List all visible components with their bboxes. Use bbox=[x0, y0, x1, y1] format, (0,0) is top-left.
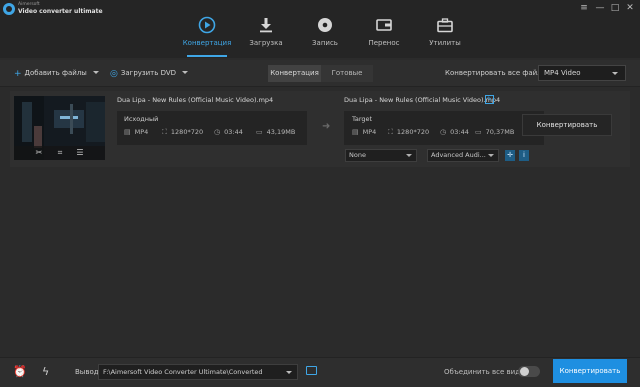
audio-track-select[interactable]: Advanced Audi... bbox=[427, 149, 499, 162]
target-file-name: Dua Lipa - New Rules (Official Music Vid… bbox=[344, 96, 501, 104]
folder-icon: ▭ bbox=[475, 128, 482, 136]
target-caption: Target bbox=[352, 115, 373, 123]
app-logo-icon bbox=[3, 3, 15, 15]
active-tab-indicator bbox=[187, 55, 227, 57]
close-icon[interactable]: ✕ bbox=[624, 2, 636, 14]
edit-icon[interactable]: ✎ bbox=[485, 95, 494, 104]
arrow-right-icon: ➜ bbox=[322, 121, 331, 132]
convert-button[interactable]: Конвертировать bbox=[522, 114, 612, 136]
trim-icon[interactable]: ✂ bbox=[33, 148, 45, 158]
crop-icon[interactable]: ⌗ bbox=[54, 148, 66, 158]
info-icon[interactable]: i bbox=[519, 150, 529, 161]
clock-icon: ◷ bbox=[214, 128, 221, 136]
output-format-select[interactable]: MP4 Video bbox=[538, 65, 626, 81]
output-path-select[interactable]: F:\Aimersoft Video Converter Ultimate\Co… bbox=[98, 364, 298, 380]
tab-converting[interactable]: Конвертация bbox=[268, 65, 321, 82]
merge-all-toggle-knob bbox=[520, 367, 529, 376]
plus-icon: + bbox=[14, 69, 22, 79]
chevron-down-icon bbox=[406, 154, 412, 157]
target-format: ▤ MP4 bbox=[352, 128, 377, 136]
film-icon: ▤ bbox=[352, 128, 359, 136]
chevron-down-icon bbox=[612, 72, 618, 75]
toolbox-icon bbox=[437, 18, 453, 33]
target-resolution: ⛶ 1280*720 bbox=[388, 128, 430, 136]
add-files-button[interactable]: + Добавить файлы bbox=[14, 69, 99, 79]
film-icon: ▤ bbox=[124, 128, 131, 136]
minimize-icon[interactable]: — bbox=[594, 2, 606, 14]
chevron-down-icon bbox=[286, 371, 292, 374]
download-icon bbox=[260, 18, 272, 33]
audio-track-select-value: Advanced Audi... bbox=[431, 151, 486, 159]
source-file-name: Dua Lipa - New Rules (Official Music Vid… bbox=[117, 96, 274, 104]
clock-icon: ◷ bbox=[440, 128, 447, 136]
merge-subtitle-icon[interactable]: ✛ bbox=[505, 150, 515, 161]
effects-icon[interactable]: ☰ bbox=[74, 148, 86, 158]
load-dvd-label: Загрузить DVD bbox=[120, 69, 177, 77]
open-folder-icon[interactable] bbox=[306, 366, 317, 375]
chevron-down-icon bbox=[182, 71, 189, 74]
tab-toolbox-label: Утилиты bbox=[429, 39, 461, 47]
tab-transfer[interactable]: Перенос bbox=[349, 14, 419, 58]
menu-icon[interactable]: ≡ bbox=[578, 2, 590, 14]
resolution-icon: ⛶ bbox=[162, 128, 167, 136]
resolution-icon: ⛶ bbox=[388, 128, 393, 136]
lightning-icon[interactable]: ϟ bbox=[42, 365, 49, 378]
chevron-down-icon bbox=[488, 154, 494, 157]
brand-product: Video converter ultimate bbox=[18, 8, 103, 15]
source-format: ▤ MP4 bbox=[124, 128, 149, 136]
transfer-icon bbox=[376, 19, 392, 31]
view-switcher: Конвертация Готовые bbox=[268, 65, 373, 82]
subtitle-select-value: None bbox=[349, 151, 366, 159]
dvd-icon: ◎ bbox=[110, 69, 118, 79]
play-circle-icon bbox=[198, 16, 216, 34]
source-duration: ◷ 03:44 bbox=[214, 128, 243, 136]
merge-all-label: Объединить все видео bbox=[444, 368, 529, 376]
disc-icon bbox=[318, 18, 332, 32]
convert-all-button[interactable]: Конвертировать все bbox=[553, 359, 627, 383]
tab-finished[interactable]: Готовые bbox=[321, 65, 373, 82]
subtitle-select[interactable]: None bbox=[345, 149, 417, 162]
add-files-label: Добавить файлы bbox=[24, 69, 87, 77]
target-size: ▭ 70,37MB bbox=[475, 128, 515, 136]
output-path-value: F:\Aimersoft Video Converter Ultimate\Co… bbox=[103, 368, 263, 376]
source-size: ▭ 43,19MB bbox=[256, 128, 296, 136]
source-resolution: ⛶ 1280*720 bbox=[162, 128, 204, 136]
source-caption: Исходный bbox=[124, 115, 159, 123]
target-duration: ◷ 03:44 bbox=[440, 128, 469, 136]
tab-toolbox[interactable]: Утилиты bbox=[410, 14, 480, 58]
maximize-icon[interactable]: □ bbox=[609, 2, 621, 14]
chevron-down-icon bbox=[92, 71, 99, 74]
alarm-clock-icon[interactable]: ⏰ bbox=[13, 365, 27, 378]
brand-vendor: Aimersoft bbox=[18, 2, 40, 7]
output-format-value: MP4 Video bbox=[544, 69, 581, 77]
tab-transfer-label: Перенос bbox=[368, 39, 400, 47]
load-dvd-button[interactable]: ◎ Загрузить DVD bbox=[110, 69, 189, 79]
folder-icon: ▭ bbox=[256, 128, 263, 136]
